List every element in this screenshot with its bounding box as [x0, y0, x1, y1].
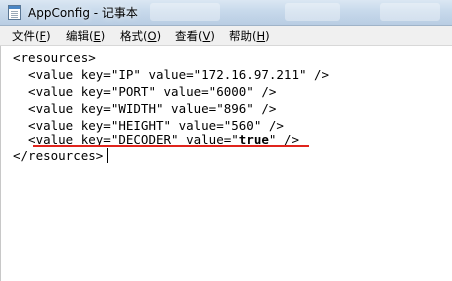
code-line: </resources>	[13, 148, 104, 163]
text-caret	[107, 148, 108, 163]
menu-view[interactable]: 查看(V)	[175, 28, 215, 44]
red-underline-annotation	[33, 145, 309, 147]
menu-view-label: 查看(	[175, 29, 203, 43]
menu-file-close: )	[46, 29, 51, 43]
menu-bar: 文件(F) 编辑(E) 格式(O) 查看(V) 帮助(H)	[0, 26, 452, 46]
text-editor[interactable]: <resources> <value key="IP" value="172.1…	[0, 46, 452, 281]
menu-help[interactable]: 帮助(H)	[229, 28, 270, 44]
code-line: <value key="IP" value="172.16.97.211" />	[13, 67, 330, 82]
window-title: AppConfig - 记事本	[28, 6, 138, 20]
menu-edit[interactable]: 编辑(E)	[66, 28, 105, 44]
menu-view-close: )	[210, 29, 215, 43]
menu-help-label: 帮助(	[229, 29, 257, 43]
title-bar-glass	[150, 3, 220, 21]
menu-format-label: 格式(	[120, 29, 148, 43]
menu-format-close: )	[156, 29, 162, 43]
menu-file-label: 文件(	[12, 29, 40, 43]
menu-help-close: )	[265, 29, 270, 43]
menu-edit-close: )	[100, 29, 106, 43]
title-bar[interactable]: AppConfig - 记事本	[0, 0, 452, 26]
menu-file[interactable]: 文件(F)	[12, 28, 51, 44]
menu-help-accel: H	[256, 29, 266, 43]
notepad-icon[interactable]	[8, 5, 21, 20]
code-line: <value key="PORT" value="6000" />	[13, 84, 277, 99]
menu-format[interactable]: 格式(O)	[120, 28, 161, 44]
menu-edit-accel: E	[93, 29, 101, 43]
code-line: <resources>	[13, 50, 96, 65]
notepad-window: AppConfig - 记事本 文件(F) 编辑(E) 格式(O) 查看(V) …	[0, 0, 452, 281]
title-bar-glass	[380, 3, 440, 21]
menu-edit-label: 编辑(	[66, 29, 94, 43]
title-bar-glass	[285, 3, 340, 21]
code-line: <value key="WIDTH" value="896" />	[13, 101, 277, 116]
menu-format-accel: O	[147, 29, 157, 43]
